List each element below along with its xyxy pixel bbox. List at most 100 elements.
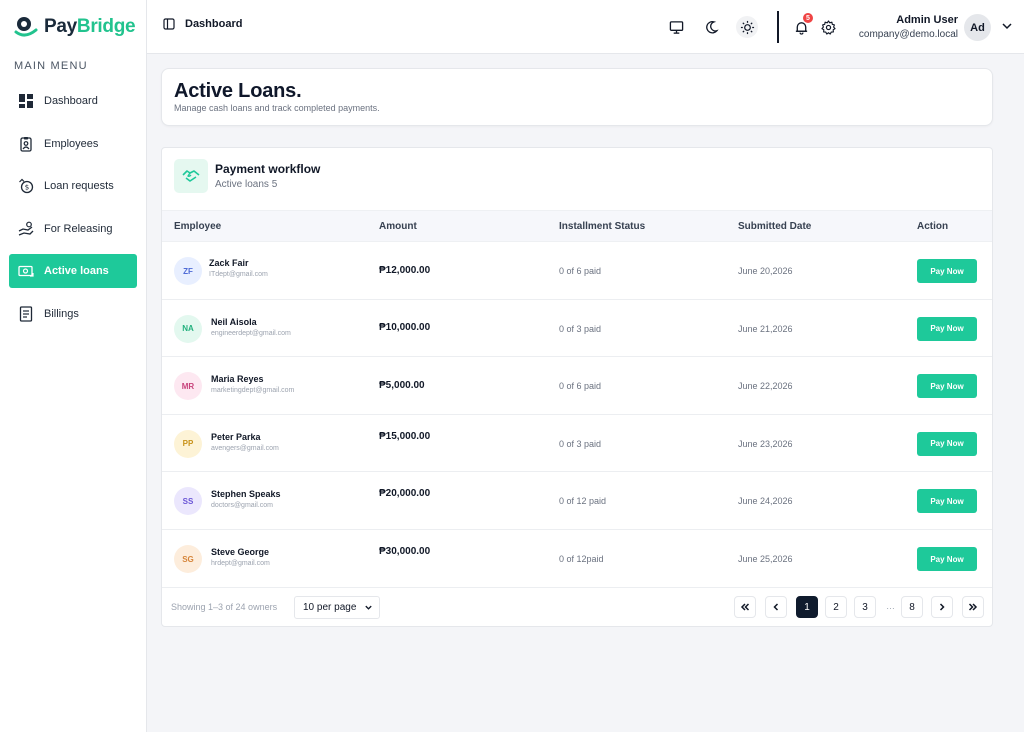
loan-amount: ₱20,000.00 xyxy=(379,488,431,500)
paybridge-logo-icon xyxy=(14,17,38,37)
pay-now-button[interactable]: Pay Now xyxy=(917,547,977,571)
sidebar-item-label: Active loans xyxy=(44,265,109,277)
employee-avatar: MR xyxy=(174,372,202,401)
pay-now-button[interactable]: Pay Now xyxy=(917,259,977,283)
workflow-title: Payment workflow xyxy=(215,162,321,176)
installment-status: 0 of 12 paid xyxy=(559,496,607,507)
page-button-2[interactable]: 2 xyxy=(825,596,847,618)
user-email: company@demo.local xyxy=(858,29,958,40)
pay-now-button[interactable]: Pay Now xyxy=(917,374,977,399)
breadcrumb-current: Dashboard xyxy=(185,18,243,30)
header-divider xyxy=(777,11,779,43)
table-row: NA Neil Aisola engineerdept@gmail.com ₱1… xyxy=(162,300,992,358)
employee-avatar: SG xyxy=(174,545,202,573)
chevron-right-icon xyxy=(939,603,945,611)
notifications-button[interactable]: 5 xyxy=(790,13,813,38)
invoice-icon xyxy=(19,305,33,322)
sidebar: PayBridge MAIN MENU Dashboard Employees … xyxy=(0,0,147,732)
cash-icon xyxy=(18,265,34,277)
notification-badge: 5 xyxy=(803,13,813,23)
next-page-button[interactable] xyxy=(931,596,953,618)
monitor-theme-button[interactable] xyxy=(665,16,687,38)
sidebar-item-dashboard[interactable]: Dashboard xyxy=(9,84,137,118)
gear-icon xyxy=(820,19,836,35)
submitted-date: June 22,2026 xyxy=(738,381,793,392)
employee-avatar: NA xyxy=(174,314,202,343)
sidebar-item-billings[interactable]: Billings xyxy=(9,297,137,331)
per-page-select[interactable]: 10 per page xyxy=(294,596,380,619)
loan-amount: ₱10,000.00 xyxy=(379,321,431,333)
brand-name: PayBridge xyxy=(44,16,136,37)
employee-email: hrdept@gmail.com xyxy=(211,560,270,567)
handshake-icon xyxy=(182,170,200,182)
employee-email: engineerdept@gmail.com xyxy=(211,329,291,337)
settings-button[interactable] xyxy=(817,16,839,38)
page-button-1[interactable]: 1 xyxy=(796,596,818,618)
loan-amount: ₱12,000.00 xyxy=(379,265,431,276)
chevron-down-icon[interactable] xyxy=(1001,20,1013,32)
table-row: ZF Zack Fair ITdept@gmail.com ₱12,000.00… xyxy=(162,242,992,300)
submitted-date: June 25,2026 xyxy=(738,554,793,564)
last-page-button[interactable] xyxy=(962,596,984,618)
loan-amount: ₱5,000.00 xyxy=(379,380,425,392)
dark-mode-button[interactable] xyxy=(702,16,724,38)
sidebar-item-employees[interactable]: Employees xyxy=(9,127,137,161)
svg-text:$: $ xyxy=(25,184,29,192)
pay-now-button[interactable]: Pay Now xyxy=(917,489,977,514)
installment-status: 0 of 3 paid xyxy=(559,438,602,449)
column-header-action: Action xyxy=(917,221,949,232)
sidebar-item-loan-requests[interactable]: $ Loan requests xyxy=(9,169,137,203)
employee-name: Stephen Speaks xyxy=(211,489,281,500)
money-request-icon: $ xyxy=(19,178,34,194)
sidebar-toggle-icon[interactable] xyxy=(163,18,175,30)
active-loans-card: Payment workflow Active loans 5 Employee… xyxy=(161,147,993,627)
breadcrumb: Dashboard xyxy=(163,18,242,30)
user-info[interactable]: Admin User company@demo.local xyxy=(859,14,958,40)
table-row: MR Maria Reyes marketingdept@gmail.com ₱… xyxy=(162,357,992,415)
brand-logo[interactable]: PayBridge xyxy=(0,0,146,54)
page-title: Active Loans. xyxy=(174,80,302,102)
workflow-subtitle: Active loans 5 xyxy=(215,179,278,190)
submitted-date: June 23,2026 xyxy=(738,438,793,449)
table-header: Employee Amount Installment Status Submi… xyxy=(162,210,992,242)
pay-now-button[interactable]: Pay Now xyxy=(917,431,977,456)
installment-status: 0 of 6 paid xyxy=(559,266,602,276)
first-page-button[interactable] xyxy=(734,596,756,618)
page-button-8[interactable]: 8 xyxy=(901,596,923,618)
installment-status: 0 of 6 paid xyxy=(559,381,602,392)
sun-icon xyxy=(740,20,754,34)
employee-name: Zack Fair xyxy=(209,258,249,268)
employee-avatar: PP xyxy=(174,429,202,458)
chevron-down-icon xyxy=(365,605,373,610)
table-row: PP Peter Parka avengers@gmail.com ₱15,00… xyxy=(162,415,992,473)
pay-now-button[interactable]: Pay Now xyxy=(917,316,977,341)
sidebar-item-for-releasing[interactable]: For Releasing xyxy=(9,212,137,246)
prev-page-button[interactable] xyxy=(765,596,787,618)
avatar[interactable]: Ad xyxy=(964,14,991,41)
light-mode-button[interactable] xyxy=(736,16,758,38)
page-button-3[interactable]: 3 xyxy=(854,596,876,618)
sidebar-item-label: Employees xyxy=(44,137,99,150)
employee-name: Maria Reyes xyxy=(211,374,264,385)
pagination-summary: Showing 1–3 of 24 owners xyxy=(171,602,278,612)
employee-email: ITdept@gmail.com xyxy=(209,271,268,278)
submitted-date: June 21,2026 xyxy=(738,323,793,334)
submitted-date: June 24,2026 xyxy=(738,496,793,507)
installment-status: 0 of 3 paid xyxy=(559,323,602,334)
loan-amount: ₱30,000.00 xyxy=(379,546,431,557)
sidebar-item-active-loans[interactable]: Active loans xyxy=(9,254,137,288)
per-page-value: 10 per page xyxy=(303,602,357,613)
column-header-amount: Amount xyxy=(379,221,417,232)
user-name: Admin User xyxy=(896,14,958,26)
column-header-installment-status: Installment Status xyxy=(559,221,646,232)
page-subtitle: Manage cash loans and track completed pa… xyxy=(174,103,380,113)
top-header: Dashboard 5 Admin User company@demo.loca… xyxy=(147,0,1024,54)
sidebar-item-label: Dashboard xyxy=(44,95,98,107)
hand-money-icon xyxy=(18,221,34,236)
chevron-left-icon xyxy=(773,603,779,611)
column-header-submitted-date: Submitted Date xyxy=(738,221,812,232)
employee-avatar: ZF xyxy=(174,257,202,285)
double-chevron-right-icon xyxy=(968,603,978,611)
employee-email: marketingdept@gmail.com xyxy=(211,387,295,395)
sidebar-item-label: For Releasing xyxy=(44,222,113,235)
